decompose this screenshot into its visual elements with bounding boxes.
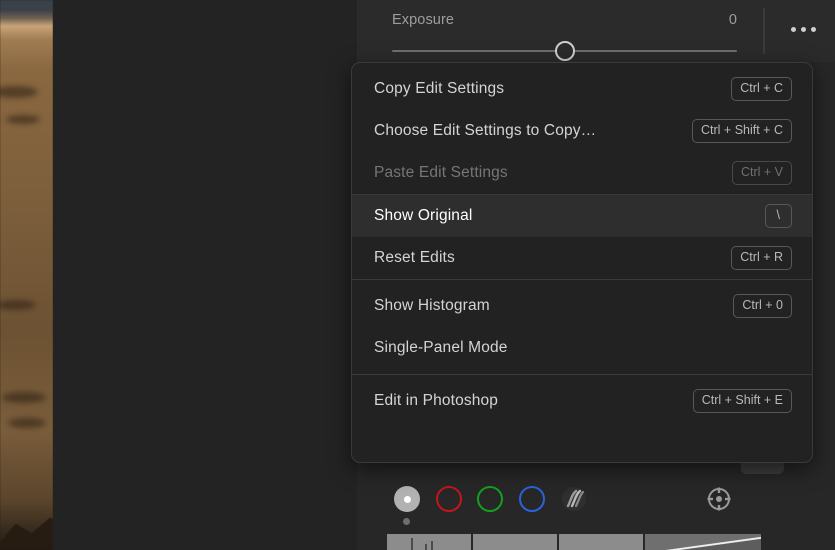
menu-item-shortcut: \ [764, 204, 792, 228]
menu-item-copy-edit-settings[interactable]: Copy Edit Settings Ctrl + C [352, 68, 812, 110]
menu-item-label: Show Histogram [374, 297, 490, 314]
menu-item-label: Edit in Photoshop [374, 392, 499, 409]
menu-group-copy-paste: Copy Edit Settings Ctrl + C Choose Edit … [352, 63, 812, 194]
blue-circle-icon [519, 486, 545, 512]
photo-preview-edge[interactable] [0, 0, 66, 550]
menu-item-label: Reset Edits [374, 249, 455, 266]
menu-item-label: Paste Edit Settings [374, 164, 508, 181]
menu-item-label: Copy Edit Settings [374, 80, 505, 97]
menu-item-shortcut: Ctrl + C [731, 77, 792, 101]
channel-parametric[interactable] [559, 484, 589, 514]
exposure-slider[interactable] [392, 41, 737, 61]
channel-blue[interactable] [519, 486, 545, 512]
menu-item-show-original[interactable]: Show Original \ [352, 195, 812, 237]
dot-icon [800, 26, 806, 32]
crosshair-target-icon [707, 487, 731, 511]
menu-group-view-reset: Show Original \ Reset Edits Ctrl + R [352, 194, 812, 279]
header-divider [763, 8, 765, 54]
channel-red[interactable] [436, 486, 462, 512]
menu-group-external-edit: Edit in Photoshop Ctrl + Shift + E [352, 374, 812, 427]
menu-item-shortcut: Ctrl + 0 [733, 294, 792, 318]
menu-item-reset-edits[interactable]: Reset Edits Ctrl + R [352, 237, 812, 279]
menu-item-label: Show Original [374, 207, 473, 224]
menu-item-shortcut: Ctrl + Shift + C [692, 119, 792, 143]
menu-item-show-histogram[interactable]: Show Histogram Ctrl + 0 [352, 285, 812, 327]
channel-active-indicator [403, 518, 410, 525]
menu-item-edit-in-photoshop[interactable]: Edit in Photoshop Ctrl + Shift + E [352, 380, 812, 422]
dot-icon [790, 26, 796, 32]
green-circle-icon [477, 486, 503, 512]
targeted-adjustment-button[interactable] [704, 484, 734, 514]
channel-rgb-composite[interactable] [394, 486, 420, 525]
menu-item-shortcut: Ctrl + R [731, 246, 792, 270]
dot-icon [810, 26, 816, 32]
exposure-value: 0 [728, 12, 737, 28]
more-options-button[interactable] [785, 14, 821, 44]
red-circle-icon [436, 486, 462, 512]
rgb-composite-icon [394, 486, 420, 512]
curve-segment[interactable] [559, 534, 643, 550]
menu-item-label: Single-Panel Mode [374, 339, 508, 356]
curve-segment[interactable] [473, 534, 557, 550]
tone-curve-strip[interactable] [357, 534, 835, 550]
parametric-curve-icon [562, 487, 586, 511]
curve-segment[interactable] [645, 534, 761, 550]
curve-segment[interactable] [387, 534, 471, 550]
exposure-slider-group[interactable]: Exposure 0 [392, 12, 737, 61]
application-window: Exposure 0 Copy Edit Settings Ctrl + C C… [0, 0, 835, 550]
menu-item-label: Choose Edit Settings to Copy… [374, 122, 597, 139]
image-canvas[interactable] [53, 0, 357, 550]
menu-item-shortcut: Ctrl + Shift + E [692, 389, 792, 413]
menu-item-single-panel-mode[interactable]: Single-Panel Mode [352, 327, 812, 369]
slider-thumb[interactable] [554, 41, 575, 61]
menu-item-shortcut: Ctrl + V [731, 161, 792, 185]
curve-channel-toolbar [357, 476, 835, 532]
exposure-label: Exposure [392, 12, 455, 28]
panel-header: Exposure 0 [357, 0, 835, 62]
menu-item-choose-edit-settings-to-copy[interactable]: Choose Edit Settings to Copy… Ctrl + Shi… [352, 110, 812, 152]
channel-green[interactable] [477, 486, 503, 512]
context-menu: Copy Edit Settings Ctrl + C Choose Edit … [351, 62, 813, 463]
menu-item-paste-edit-settings: Paste Edit Settings Ctrl + V [352, 152, 812, 194]
menu-group-layout: Show Histogram Ctrl + 0 Single-Panel Mod… [352, 279, 812, 374]
